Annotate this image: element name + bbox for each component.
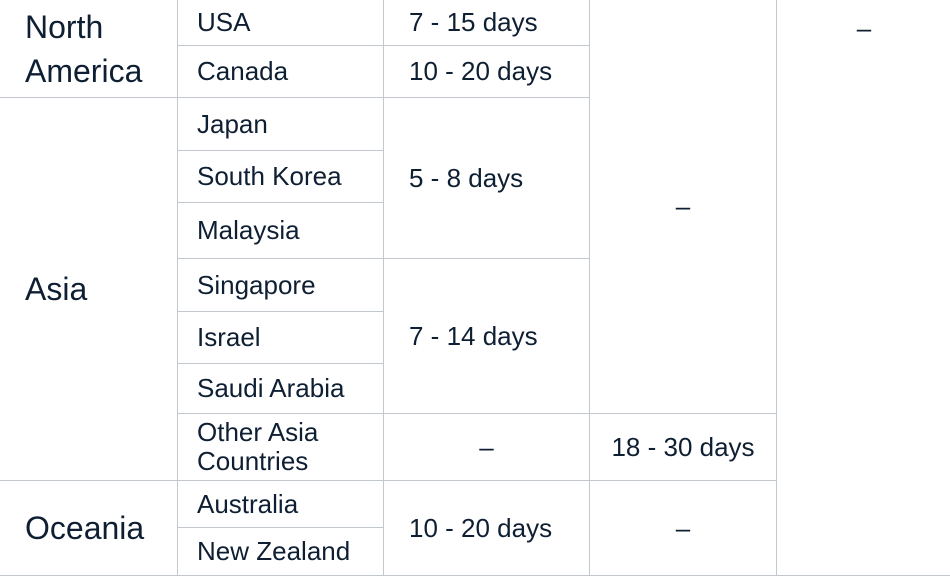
delivery-time-cell-text: – xyxy=(675,512,691,543)
country-cell-text: Japan xyxy=(197,108,268,139)
delivery-time-cell: 10 - 20 days xyxy=(384,481,590,576)
region-cell-text: Asia xyxy=(25,271,88,307)
country-cell-text: Singapore xyxy=(197,269,316,300)
country-cell-text: New Zealand xyxy=(197,536,351,566)
country-cell: Malaysia xyxy=(178,203,384,259)
region-cell: Asia xyxy=(0,98,178,481)
country-cell: Israel xyxy=(178,312,384,364)
region-cell-text: Oceania xyxy=(25,510,145,546)
delivery-time-cell-text: – xyxy=(479,431,494,462)
delivery-time-cell-text: 5 - 8 days xyxy=(409,162,524,193)
delivery-time-cell: 10 - 20 days xyxy=(384,46,590,98)
country-cell: Canada xyxy=(178,46,384,98)
country-cell-text: Saudi Arabia xyxy=(197,373,345,403)
region-cell: Oceania xyxy=(0,481,178,576)
country-cell-text: Australia xyxy=(197,488,299,519)
delivery-time-cell-text: – xyxy=(675,191,691,221)
region-cell-text: North America xyxy=(25,8,143,89)
delivery-time-cell: 7 - 14 days xyxy=(384,259,590,414)
delivery-time-cell-text: 18 - 30 days xyxy=(611,431,755,462)
region-cell: North America xyxy=(0,0,178,98)
country-cell-text: Israel xyxy=(197,322,261,352)
country-cell: South Korea xyxy=(178,151,384,203)
country-cell: Australia xyxy=(178,481,384,528)
country-cell-text: Canada xyxy=(197,56,289,86)
country-cell-text: USA xyxy=(197,7,251,37)
delivery-time-cell: – xyxy=(590,481,777,576)
country-cell: Other Asia Countries xyxy=(178,414,384,481)
delivery-time-cell: – xyxy=(384,414,590,481)
delivery-time-cell-text: 7 - 15 days xyxy=(409,7,538,37)
country-cell: USA xyxy=(178,0,384,46)
delivery-time-cell: 7 - 15 days xyxy=(384,0,590,46)
delivery-time-cell-text: 7 - 14 days xyxy=(409,320,538,351)
delivery-time-cell-text: 10 - 20 days xyxy=(409,512,553,543)
country-cell-text: South Korea xyxy=(197,161,342,191)
delivery-time-cell-text: 10 - 20 days xyxy=(409,56,553,86)
country-cell: Japan xyxy=(178,98,384,151)
delivery-time-cell: 5 - 8 days xyxy=(384,98,590,259)
country-cell: New Zealand xyxy=(178,528,384,576)
delivery-time-cell: 18 - 30 days xyxy=(590,414,777,481)
delivery-time-cell: – xyxy=(777,0,950,576)
country-cell: Saudi Arabia xyxy=(178,364,384,414)
shipping-time-table: North America Asia Oceania USA Canada Japan So… xyxy=(0,0,950,580)
country-cell-text: Other Asia Countries xyxy=(197,417,319,476)
country-cell-text: Malaysia xyxy=(197,215,300,245)
delivery-time-cell-text: – xyxy=(856,13,872,43)
delivery-time-cell: – xyxy=(590,0,777,414)
country-cell: Singapore xyxy=(178,259,384,312)
